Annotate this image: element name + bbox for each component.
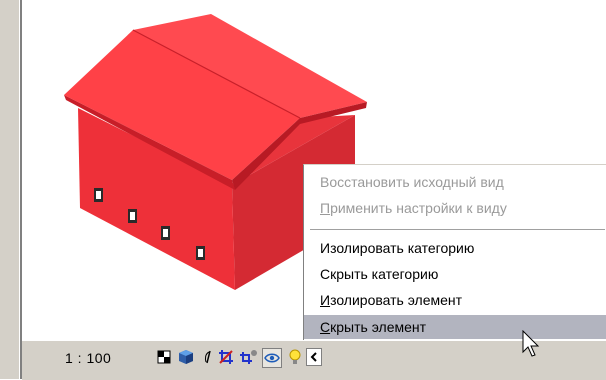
- menu-item-apply-accelerator: П: [320, 200, 331, 216]
- menu-item-hide-accelerator: С: [320, 319, 331, 335]
- menu-item-isolate-accelerator: И: [320, 292, 331, 308]
- mouse-pointer-icon: [522, 330, 540, 357]
- menu-item-apply-label: рименить настройки к виду: [330, 200, 507, 216]
- menu-item-hide-category[interactable]: Скрыть категорию: [304, 262, 606, 286]
- menu-item-isolate-element[interactable]: Изолировать элемент: [304, 288, 606, 312]
- sun-path-icon[interactable]: [199, 348, 217, 366]
- reveal-hidden-icon[interactable]: [286, 348, 304, 366]
- menu-item-hide-element[interactable]: Скрыть элемент: [304, 315, 606, 339]
- context-menu: Восстановить исходный вид Применить наст…: [303, 164, 606, 341]
- visual-style-icon[interactable]: [177, 348, 195, 366]
- menu-item-restore-default-view[interactable]: Восстановить исходный вид: [304, 170, 606, 194]
- menu-item-hide-label: крыть элемент: [330, 319, 427, 335]
- menu-item-apply-view-settings[interactable]: Применить настройки к виду: [304, 196, 606, 220]
- show-crop-icon[interactable]: [239, 348, 257, 366]
- menu-separator: [310, 229, 605, 230]
- view-frame-left: [0, 0, 22, 379]
- crop-view-icon[interactable]: [217, 348, 235, 366]
- menu-item-isolate-category[interactable]: Изолировать категорию: [304, 236, 606, 260]
- view-control-bar: 1 : 100: [22, 340, 606, 380]
- detail-level-icon[interactable]: [155, 348, 173, 366]
- menu-item-isolate-label: золировать элемент: [330, 292, 463, 308]
- view-scale[interactable]: 1 : 100: [65, 350, 111, 366]
- temporary-hide-isolate-icon[interactable]: [262, 348, 282, 368]
- scroll-left-icon[interactable]: [306, 348, 322, 366]
